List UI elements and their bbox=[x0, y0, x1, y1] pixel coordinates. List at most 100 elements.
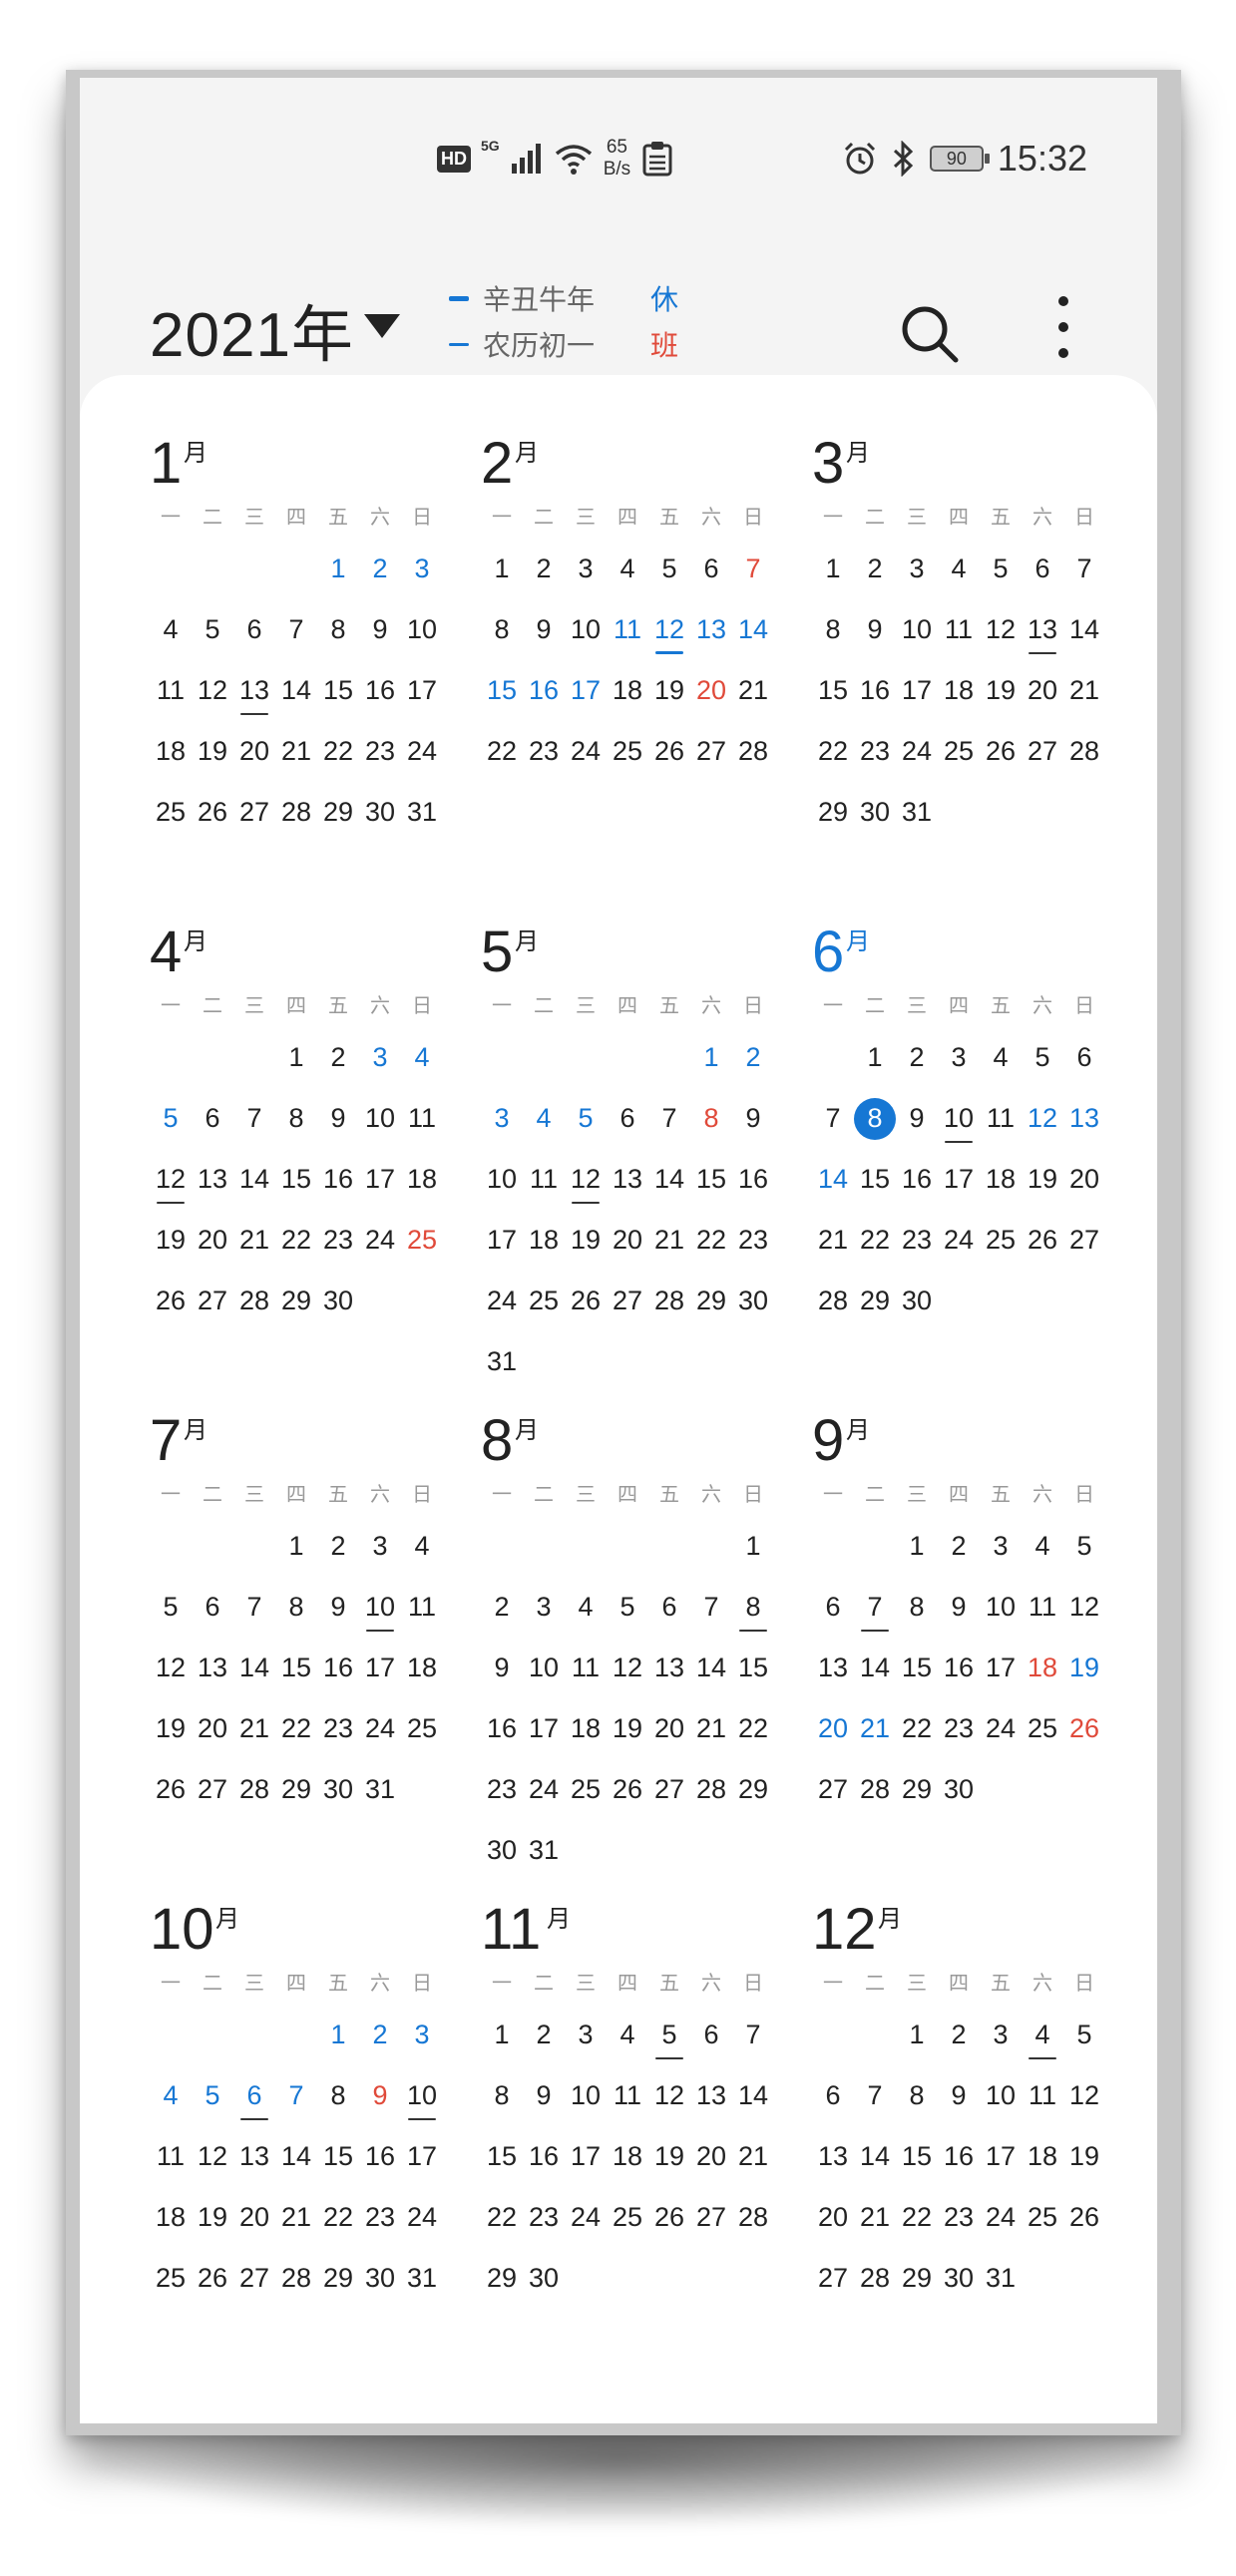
day-cell[interactable]: 3 bbox=[359, 1027, 401, 1088]
day-cell[interactable]: 27 bbox=[690, 2187, 732, 2248]
day-cell[interactable]: 3 bbox=[359, 1516, 401, 1577]
day-cell[interactable]: 27 bbox=[812, 1759, 854, 1820]
day-cell[interactable]: 10 bbox=[401, 599, 443, 660]
day-cell[interactable]: 21 bbox=[233, 1210, 275, 1271]
day-cell[interactable]: 3 bbox=[401, 539, 443, 599]
month-title[interactable]: 1月 bbox=[150, 429, 207, 499]
day-cell[interactable]: 7 bbox=[812, 1088, 854, 1149]
day-cell[interactable]: 8 bbox=[317, 2065, 359, 2126]
day-cell[interactable]: 2 bbox=[481, 1577, 523, 1638]
day-cell[interactable]: 13 bbox=[192, 1149, 233, 1210]
day-cell[interactable]: 1 bbox=[896, 1516, 938, 1577]
day-cell[interactable]: 31 bbox=[980, 2248, 1022, 2309]
day-cell[interactable]: 4 bbox=[401, 1516, 443, 1577]
day-cell[interactable]: 22 bbox=[896, 1698, 938, 1759]
day-cell[interactable]: 7 bbox=[732, 539, 774, 599]
day-cell[interactable]: 3 bbox=[565, 2005, 607, 2065]
day-cell[interactable]: 18 bbox=[607, 2126, 648, 2187]
day-cell[interactable]: 28 bbox=[233, 1271, 275, 1331]
day-cell[interactable]: 19 bbox=[150, 1210, 192, 1271]
day-cell[interactable]: 21 bbox=[854, 1698, 896, 1759]
day-cell[interactable]: 12 bbox=[150, 1149, 192, 1210]
day-cell[interactable]: 12 bbox=[607, 1638, 648, 1698]
day-cell[interactable]: 30 bbox=[359, 782, 401, 843]
day-cell[interactable]: 15 bbox=[812, 660, 854, 721]
day-cell[interactable]: 28 bbox=[812, 1271, 854, 1331]
day-cell[interactable]: 29 bbox=[690, 1271, 732, 1331]
day-cell[interactable]: 8 bbox=[317, 599, 359, 660]
day-cell[interactable]: 15 bbox=[690, 1149, 732, 1210]
day-cell[interactable]: 7 bbox=[233, 1577, 275, 1638]
day-cell[interactable]: 4 bbox=[1022, 2005, 1063, 2065]
day-cell[interactable]: 28 bbox=[854, 2248, 896, 2309]
day-cell[interactable]: 28 bbox=[233, 1759, 275, 1820]
day-cell[interactable]: 23 bbox=[732, 1210, 774, 1271]
day-cell[interactable]: 31 bbox=[896, 782, 938, 843]
day-cell[interactable]: 9 bbox=[938, 2065, 980, 2126]
day-cell[interactable]: 21 bbox=[812, 1210, 854, 1271]
day-cell[interactable]: 11 bbox=[523, 1149, 565, 1210]
day-cell[interactable]: 25 bbox=[150, 782, 192, 843]
day-cell[interactable]: 2 bbox=[359, 2005, 401, 2065]
day-cell[interactable]: 4 bbox=[150, 599, 192, 660]
day-cell[interactable]: 8 bbox=[896, 1577, 938, 1638]
day-cell[interactable]: 1 bbox=[317, 2005, 359, 2065]
day-cell[interactable]: 26 bbox=[648, 721, 690, 782]
day-cell[interactable]: 7 bbox=[732, 2005, 774, 2065]
day-cell[interactable]: 19 bbox=[1063, 2126, 1105, 2187]
day-cell[interactable]: 2 bbox=[938, 2005, 980, 2065]
day-cell[interactable]: 25 bbox=[565, 1759, 607, 1820]
day-cell[interactable]: 12 bbox=[1063, 1577, 1105, 1638]
day-cell[interactable]: 6 bbox=[233, 2065, 275, 2126]
day-cell[interactable]: 26 bbox=[150, 1759, 192, 1820]
day-cell[interactable]: 17 bbox=[523, 1698, 565, 1759]
day-cell[interactable]: 4 bbox=[1022, 1516, 1063, 1577]
search-icon[interactable] bbox=[900, 304, 960, 364]
day-cell[interactable]: 28 bbox=[275, 2248, 317, 2309]
day-cell[interactable]: 20 bbox=[690, 2126, 732, 2187]
day-cell[interactable]: 6 bbox=[690, 2005, 732, 2065]
day-cell[interactable]: 26 bbox=[1022, 1210, 1063, 1271]
day-cell[interactable]: 20 bbox=[192, 1698, 233, 1759]
day-cell[interactable]: 5 bbox=[648, 539, 690, 599]
month-title[interactable]: 5月 bbox=[481, 918, 539, 987]
day-cell[interactable]: 16 bbox=[938, 2126, 980, 2187]
day-cell[interactable]: 26 bbox=[565, 1271, 607, 1331]
day-cell[interactable]: 20 bbox=[812, 2187, 854, 2248]
day-cell[interactable]: 29 bbox=[317, 782, 359, 843]
day-cell[interactable]: 1 bbox=[317, 539, 359, 599]
day-cell[interactable]: 10 bbox=[359, 1088, 401, 1149]
day-cell[interactable]: 23 bbox=[896, 1210, 938, 1271]
month-title[interactable]: 3月 bbox=[812, 429, 870, 499]
day-cell[interactable]: 9 bbox=[317, 1088, 359, 1149]
day-cell[interactable]: 13 bbox=[812, 2126, 854, 2187]
day-cell[interactable]: 22 bbox=[275, 1210, 317, 1271]
day-cell[interactable]: 21 bbox=[275, 2187, 317, 2248]
day-cell[interactable]: 30 bbox=[523, 2248, 565, 2309]
day-cell[interactable]: 26 bbox=[1063, 1698, 1105, 1759]
day-cell[interactable]: 25 bbox=[401, 1210, 443, 1271]
day-cell[interactable]: 14 bbox=[690, 1638, 732, 1698]
day-cell[interactable]: 10 bbox=[565, 2065, 607, 2126]
day-cell[interactable]: 21 bbox=[854, 2187, 896, 2248]
month-title[interactable]: 11 月 bbox=[481, 1895, 571, 1965]
day-cell[interactable]: 28 bbox=[732, 721, 774, 782]
day-cell[interactable]: 1 bbox=[854, 1027, 896, 1088]
month-title[interactable]: 10 月 bbox=[150, 1895, 239, 1965]
day-cell[interactable]: 9 bbox=[854, 599, 896, 660]
today-cell[interactable]: 8 bbox=[854, 1088, 896, 1149]
day-cell[interactable]: 3 bbox=[980, 2005, 1022, 2065]
day-cell[interactable]: 24 bbox=[401, 721, 443, 782]
day-cell[interactable]: 11 bbox=[401, 1088, 443, 1149]
day-cell[interactable]: 10 bbox=[401, 2065, 443, 2126]
day-cell[interactable]: 29 bbox=[854, 1271, 896, 1331]
day-cell[interactable]: 5 bbox=[607, 1577, 648, 1638]
day-cell[interactable]: 18 bbox=[401, 1149, 443, 1210]
day-cell[interactable]: 22 bbox=[732, 1698, 774, 1759]
day-cell[interactable]: 21 bbox=[275, 721, 317, 782]
day-cell[interactable]: 12 bbox=[648, 599, 690, 660]
day-cell[interactable]: 20 bbox=[607, 1210, 648, 1271]
day-cell[interactable]: 24 bbox=[938, 1210, 980, 1271]
day-cell[interactable]: 5 bbox=[150, 1088, 192, 1149]
day-cell[interactable]: 15 bbox=[481, 2126, 523, 2187]
